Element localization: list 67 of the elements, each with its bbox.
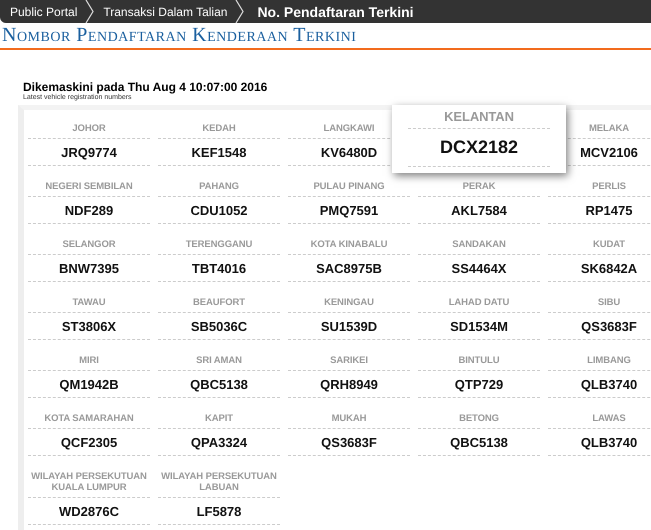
region-label: LIMBANG <box>548 350 651 371</box>
region-label: MUKAH <box>288 408 410 429</box>
chevron-icon <box>85 0 96 23</box>
plate-number: BNW7395 <box>28 255 150 282</box>
plate-number: NDF289 <box>28 197 150 224</box>
plate-number: QLB3740 <box>548 371 651 398</box>
region-label: BINTULU <box>418 350 540 371</box>
plate-number: QCF2305 <box>28 429 150 456</box>
region-label: SANDAKAN <box>418 234 540 255</box>
region-label: BEAUFORT <box>158 292 280 313</box>
plate-number: KEF1548 <box>158 139 280 166</box>
plate-number: SK6842A <box>548 255 651 282</box>
plate-number: QLB3740 <box>548 429 651 456</box>
plate-number: WD2876C <box>28 498 150 525</box>
plate-number: LF5878 <box>158 498 280 525</box>
plate-number: SS4464X <box>418 255 540 282</box>
plate-number: RP1475 <box>548 197 651 224</box>
region-label: SARIKEI <box>288 350 410 371</box>
region-label: MIRI <box>28 350 150 371</box>
plate-number: QBC5138 <box>158 371 280 398</box>
region-label: LAHAD DATU <box>418 292 540 313</box>
region-label: PULAU PINANG <box>288 176 410 197</box>
region-label: PERAK <box>418 176 540 197</box>
chevron-icon <box>235 0 246 23</box>
plate-number: QBC5138 <box>418 429 540 456</box>
plate-number: AKL7584 <box>418 197 540 224</box>
region-label: SIBU <box>548 292 651 313</box>
plate-number: SAC8975B <box>288 255 410 282</box>
region-label: SRI AMAN <box>158 350 280 371</box>
plate-number: PMQ7591 <box>288 197 410 224</box>
plate-number: QRH8949 <box>288 371 410 398</box>
region-label: TAWAU <box>28 292 150 313</box>
region-label: TERENGGANU <box>158 234 280 255</box>
region-label: SELANGOR <box>28 234 150 255</box>
plate-number: DCX2182 <box>408 129 550 167</box>
region-label: WILAYAH PERSEKUTUAN KUALA LUMPUR <box>28 466 150 498</box>
region-label: KUDAT <box>548 234 651 255</box>
region-label: KOTA KINABALU <box>288 234 410 255</box>
breadcrumb-link[interactable]: No. Pendaftaran Terkini <box>253 4 422 20</box>
updated-text: Dikemaskini pada Thu Aug 4 10:07:00 2016 <box>23 80 268 94</box>
region-label: PERLIS <box>548 176 651 197</box>
plate-number: SB5036C <box>158 313 280 340</box>
plate-number: QTP729 <box>418 371 540 398</box>
breadcrumb-link[interactable]: Public Portal <box>10 4 86 18</box>
plate-number: SD1534M <box>418 313 540 340</box>
page-title: Nombor Pendaftaran Kenderaan Terkini <box>2 24 358 46</box>
region-label: BETONG <box>418 408 540 429</box>
region-label: PAHANG <box>158 176 280 197</box>
region-label: KOTA SAMARAHAN <box>28 408 150 429</box>
plate-number: TBT4016 <box>158 255 280 282</box>
region-label: JOHOR <box>28 118 150 139</box>
breadcrumb-link[interactable]: Transaksi Dalam Talian <box>103 4 236 18</box>
region-label: KENINGAU <box>288 292 410 313</box>
region-label: KEDAH <box>158 118 280 139</box>
plate-number: QS3683F <box>548 313 651 340</box>
region-label: WILAYAH PERSEKUTUAN LABUAN <box>158 466 280 498</box>
region-label: NEGERI SEMBILAN <box>28 176 150 197</box>
plate-number: QM1942B <box>28 371 150 398</box>
plate-number: JRQ9774 <box>28 139 150 166</box>
plate-number: SU1539D <box>288 313 410 340</box>
region-label: KELANTAN <box>408 108 550 129</box>
plate-number: QS3683F <box>288 429 410 456</box>
plate-number: QPA3324 <box>158 429 280 456</box>
plate-number: ST3806X <box>28 313 150 340</box>
region-label: KAPIT <box>158 408 280 429</box>
plate-number: CDU1052 <box>158 197 280 224</box>
region-label: LAWAS <box>548 408 651 429</box>
